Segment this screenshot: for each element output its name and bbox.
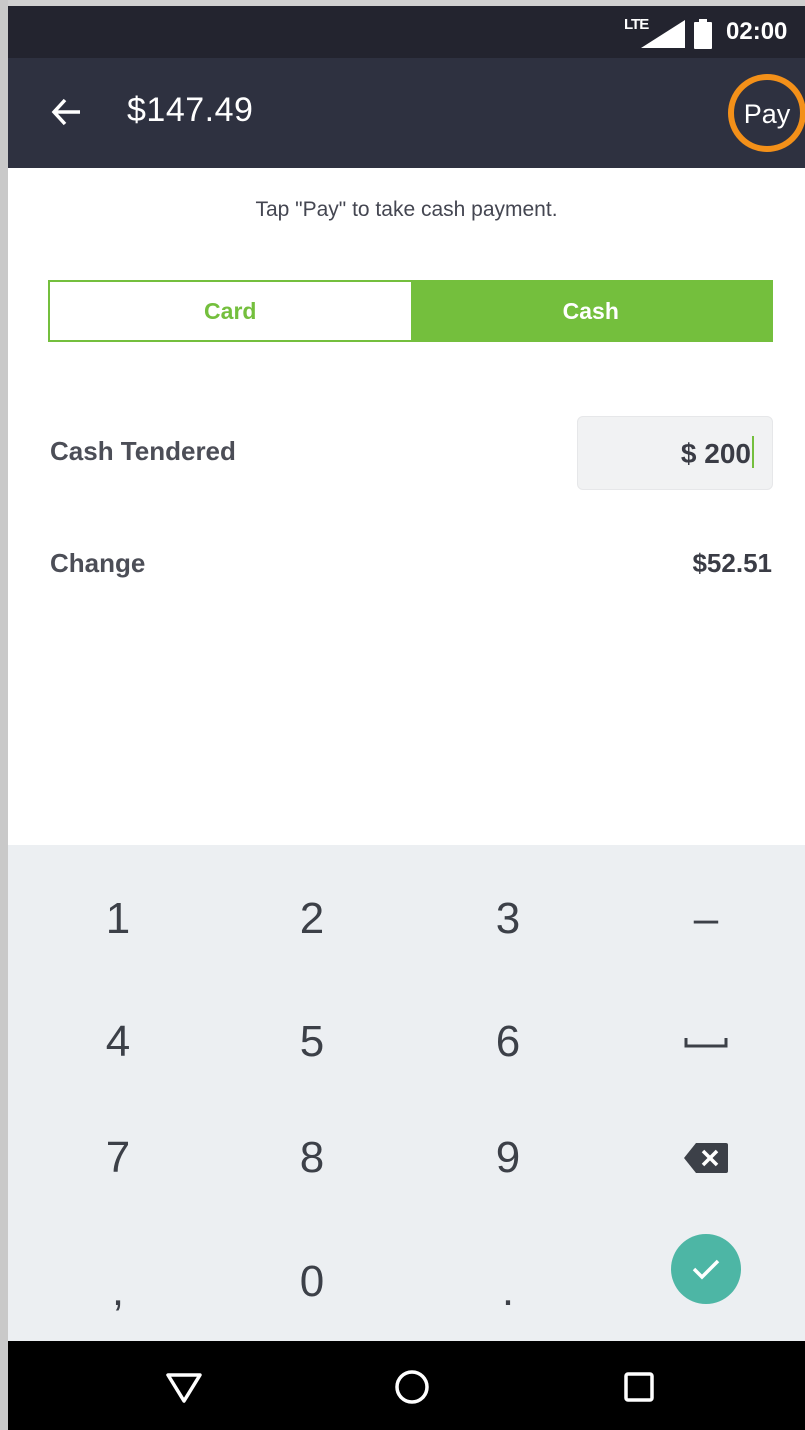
key-9-label: 9 xyxy=(495,1133,521,1182)
space-bar-icon xyxy=(684,1038,728,1048)
key-2-label: 2 xyxy=(299,894,325,943)
confirm-circle xyxy=(671,1234,741,1304)
key-5-label: 5 xyxy=(299,1017,325,1066)
key-9[interactable]: 9 xyxy=(418,1099,598,1217)
key-minus[interactable]: – xyxy=(616,860,796,978)
key-7[interactable]: 7 xyxy=(28,1099,208,1217)
recents-square-icon[interactable] xyxy=(615,1363,663,1411)
key-backspace[interactable] xyxy=(616,1099,796,1217)
key-3[interactable]: 3 xyxy=(418,860,598,978)
key-2[interactable]: 2 xyxy=(222,860,402,978)
key-comma[interactable]: , xyxy=(28,1223,208,1341)
key-6[interactable]: 6 xyxy=(418,983,598,1101)
amount-due-title: $147.49 xyxy=(127,91,254,129)
pay-button-label: Pay xyxy=(743,99,791,129)
key-0-label: 0 xyxy=(299,1257,325,1306)
pay-button[interactable]: Pay xyxy=(728,74,805,152)
cash-tendered-value: $ 200 xyxy=(680,438,751,469)
system-navigation-bar xyxy=(8,1341,805,1430)
change-value: $52.51 xyxy=(692,548,772,578)
key-comma-label: , xyxy=(111,1266,125,1315)
home-circle-icon[interactable] xyxy=(388,1363,436,1411)
key-period[interactable]: . xyxy=(418,1223,598,1341)
payment-method-toggle: Card Cash xyxy=(48,280,773,342)
key-5[interactable]: 5 xyxy=(222,983,402,1101)
key-3-label: 3 xyxy=(495,894,521,943)
confirm-button[interactable] xyxy=(616,1210,796,1328)
back-triangle-icon[interactable] xyxy=(160,1363,208,1411)
key-space[interactable] xyxy=(616,983,796,1101)
screenshot-border-left xyxy=(0,0,8,1430)
status-bar: LTE 02:00 xyxy=(8,6,805,58)
tab-card[interactable]: Card xyxy=(50,282,411,340)
signal-icon xyxy=(641,20,685,48)
key-8[interactable]: 8 xyxy=(222,1099,402,1217)
phone-screen: LTE 02:00 $147.49 Pay Tap "Pay" to take … xyxy=(0,0,805,1430)
cash-tendered-value-wrap: $ 200 xyxy=(681,436,754,470)
key-4-label: 4 xyxy=(105,1017,131,1066)
key-0[interactable]: 0 xyxy=(222,1223,402,1341)
app-bar: $147.49 Pay xyxy=(8,58,805,168)
key-8-label: 8 xyxy=(299,1133,325,1182)
numeric-keypad: 1 2 3 – 4 5 6 7 8 9 , 0 . xyxy=(8,845,805,1341)
cash-tendered-label: Cash Tendered xyxy=(50,436,236,466)
key-1[interactable]: 1 xyxy=(28,860,208,978)
battery-icon xyxy=(694,19,712,49)
checkmark-icon xyxy=(692,1259,720,1280)
key-1-label: 1 xyxy=(105,894,131,943)
arrow-left-icon[interactable] xyxy=(50,96,82,128)
tab-cash[interactable]: Cash xyxy=(410,282,771,340)
key-4[interactable]: 4 xyxy=(28,983,208,1101)
key-6-label: 6 xyxy=(495,1017,521,1066)
change-label: Change xyxy=(50,548,146,578)
backspace-icon xyxy=(684,1143,728,1173)
clock: 02:00 xyxy=(726,18,788,45)
key-7-label: 7 xyxy=(105,1133,131,1182)
key-minus-label: – xyxy=(693,894,719,943)
instruction-text: Tap "Pay" to take cash payment. xyxy=(255,198,558,221)
text-caret xyxy=(752,436,754,468)
key-period-label: . xyxy=(501,1266,515,1315)
cash-tendered-input[interactable]: $ 200 xyxy=(577,416,773,490)
